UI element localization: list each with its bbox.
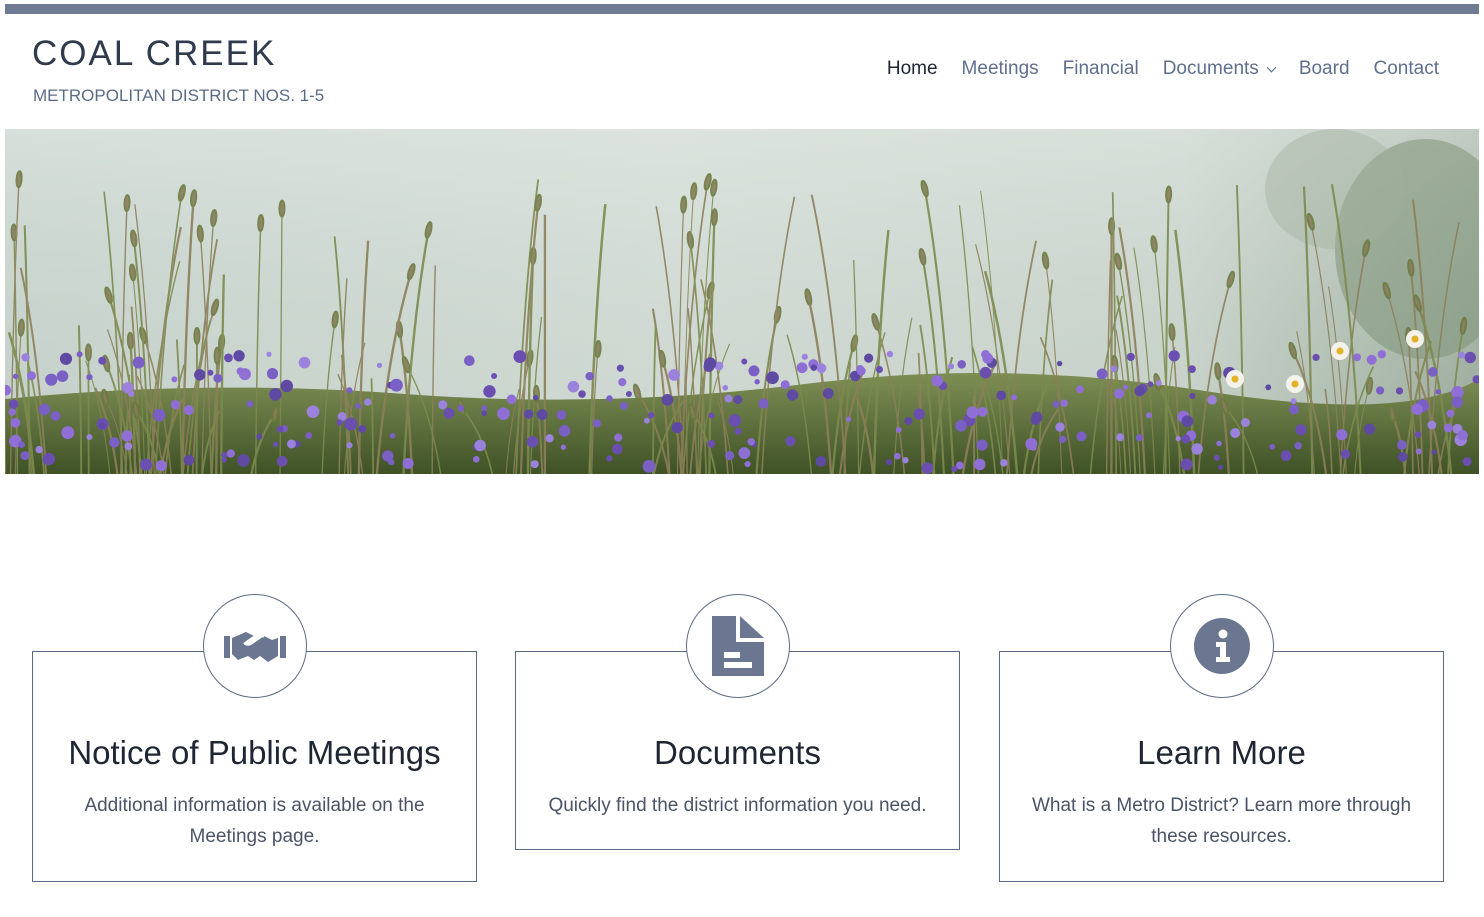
site-header: COAL CREEK METROPOLITAN DISTRICT NOS. 1-… — [5, 14, 1479, 129]
handshake-icon-circle[interactable] — [203, 594, 307, 698]
nav-board[interactable]: Board — [1299, 58, 1350, 80]
nav-contact[interactable]: Contact — [1374, 58, 1439, 80]
site-subtitle: METROPOLITAN DISTRICT NOS. 1-5 — [33, 86, 325, 105]
nav-home[interactable]: Home — [887, 58, 938, 80]
feature-cards: Notice of Public Meetings Additional inf… — [5, 594, 1479, 894]
info-icon — [1194, 618, 1250, 674]
wildflower-meadow-image — [5, 129, 1479, 474]
hero-image — [5, 129, 1479, 474]
card-title: Documents — [654, 734, 821, 771]
chevron-down-icon[interactable] — [1266, 62, 1277, 72]
card-text: Quickly find the district information yo… — [548, 795, 927, 816]
card-text: Additional information is available on t… — [84, 795, 425, 847]
main-nav: Home Meetings Financial Documents Board … — [863, 58, 1439, 80]
nav-financial[interactable]: Financial — [1063, 58, 1139, 80]
nav-meetings[interactable]: Meetings — [962, 58, 1039, 80]
document-icon-circle[interactable] — [686, 594, 790, 698]
page: COAL CREEK METROPOLITAN DISTRICT NOS. 1-… — [5, 0, 1479, 917]
handshake-icon — [224, 632, 286, 662]
card-title: Notice of Public Meetings — [68, 734, 441, 771]
nav-documents-label: Documents — [1162, 58, 1259, 79]
top-accent-bar — [5, 4, 1479, 14]
site-title[interactable]: COAL CREEK — [32, 34, 276, 74]
card-title: Learn More — [1137, 734, 1306, 771]
card-text: What is a Metro District? Learn more thr… — [1031, 795, 1412, 847]
document-icon — [712, 616, 764, 676]
info-icon-circle[interactable] — [1170, 594, 1274, 698]
nav-documents[interactable]: Documents — [1162, 58, 1277, 80]
